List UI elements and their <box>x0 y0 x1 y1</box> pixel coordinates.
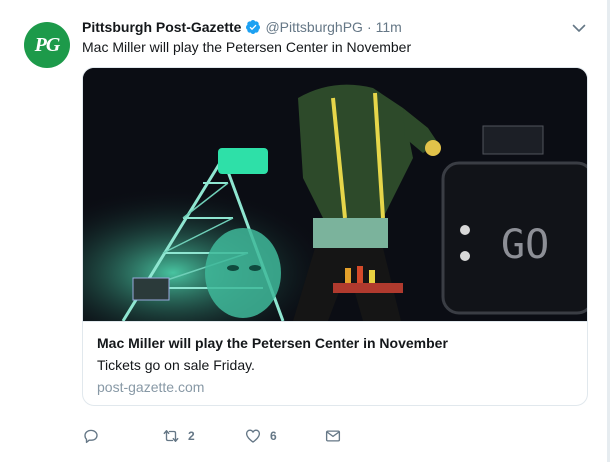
author-name[interactable]: Pittsburgh Post-Gazette <box>82 19 241 35</box>
avatar-logo-text: PG <box>34 33 61 56</box>
envelope-icon <box>325 430 341 442</box>
tweet-text: Mac Miller will play the Petersen Center… <box>82 39 412 55</box>
card-body[interactable]: Mac Miller will play the Petersen Center… <box>83 321 587 405</box>
link-card[interactable]: GO Mac Miller will play the Petersen Cen… <box>82 67 588 406</box>
direct-message-button[interactable] <box>324 427 342 445</box>
reply-button[interactable] <box>82 427 100 445</box>
heart-icon <box>245 429 261 443</box>
retweet-button[interactable]: 2 <box>162 427 195 445</box>
separator-dot: · <box>366 19 372 35</box>
tweet[interactable]: PG Pittsburgh Post-Gazette @PittsburghPG… <box>0 0 608 462</box>
tweet-header: Pittsburgh Post-Gazette @PittsburghPG · … <box>82 17 402 37</box>
card-image[interactable]: GO <box>83 68 587 322</box>
card-title[interactable]: Mac Miller will play the Petersen Center… <box>97 335 448 351</box>
svg-text:GO: GO <box>501 222 549 268</box>
retweet-count: 2 <box>188 429 195 443</box>
retweet-icon <box>163 430 179 442</box>
verified-badge-icon <box>246 20 261 34</box>
card-domain: post-gazette.com <box>97 379 205 395</box>
card-description: Tickets go on sale Friday. <box>97 357 255 373</box>
like-button[interactable]: 6 <box>244 427 277 445</box>
avatar[interactable]: PG <box>24 22 70 68</box>
like-count: 6 <box>270 429 277 443</box>
chevron-down-icon[interactable] <box>571 20 587 36</box>
author-handle[interactable]: @PittsburghPG <box>265 19 362 35</box>
timestamp[interactable]: 11m <box>376 19 402 35</box>
reply-icon <box>84 429 98 444</box>
concert-photo-icon: GO <box>83 68 587 322</box>
